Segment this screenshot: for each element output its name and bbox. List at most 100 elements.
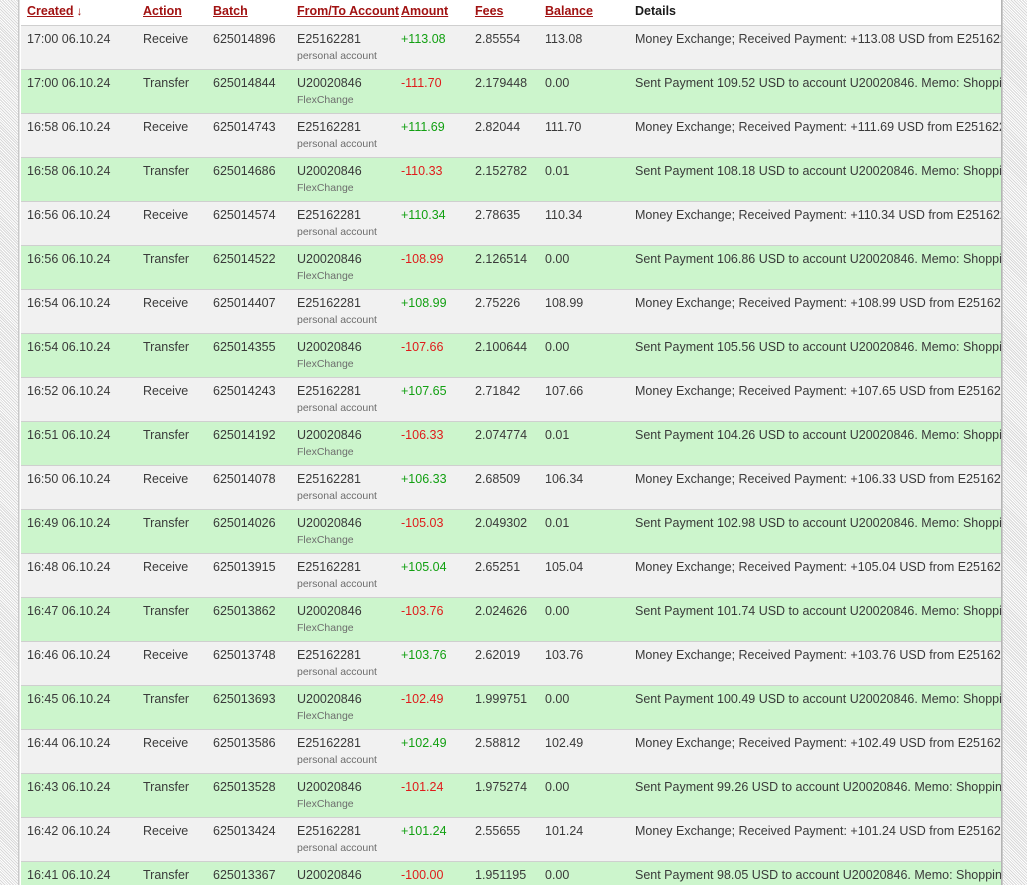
cell-amount: +101.24: [395, 817, 469, 862]
sort-descending-icon[interactable]: ↓: [77, 4, 83, 18]
cell-account: E25162281 personal account: [291, 113, 395, 158]
cell-details: Money Exchange; Received Payment: +103.7…: [629, 641, 1001, 686]
table-row[interactable]: 16:54 06.10.24 Receive 625014407 E25162281 p…: [21, 289, 1001, 334]
cell-action: Receive: [137, 817, 207, 862]
table-row[interactable]: 16:58 06.10.24 Receive 625014743 E25162281 p…: [21, 113, 1001, 158]
vertical-scrollbar-right-track[interactable]: [1002, 0, 1027, 885]
cell-balance: 0.01: [539, 421, 629, 466]
table-row[interactable]: 16:44 06.10.24 Receive 625013586 E25162281 p…: [21, 729, 1001, 774]
column-header-account[interactable]: From/To Account: [291, 0, 399, 26]
amount-value: -105.03: [401, 516, 444, 530]
cell-balance: 0.01: [539, 157, 629, 202]
column-header-balance-label[interactable]: Balance: [545, 4, 593, 18]
cell-fees: 1.975274: [469, 773, 539, 818]
table-row[interactable]: 16:58 06.10.24 Transfer 625014686 U20020846…: [21, 157, 1001, 202]
table-row[interactable]: 16:46 06.10.24 Receive 625013748 E25162281 p…: [21, 641, 1001, 686]
account-number: E25162281: [297, 208, 361, 222]
table-row[interactable]: 16:56 06.10.24 Transfer 625014522 U20020846…: [21, 245, 1001, 290]
transaction-history-table: Created ↓ Action Batch From/To Account Am…: [21, 0, 1001, 885]
cell-created: 16:56 06.10.24: [21, 201, 137, 246]
cell-account: U20020846 FlexChange: [291, 685, 395, 730]
cell-fees: 2.65251: [469, 553, 539, 598]
cell-batch: 625013693: [207, 685, 291, 730]
table-row[interactable]: 16:54 06.10.24 Transfer 625014355 U20020846…: [21, 333, 1001, 378]
account-label: FlexChange: [297, 358, 354, 370]
cell-balance: 0.00: [539, 69, 629, 114]
table-row[interactable]: 17:00 06.10.24 Transfer 625014844 U20020846…: [21, 69, 1001, 114]
cell-amount: +111.69: [395, 113, 469, 158]
amount-value: -100.00: [401, 868, 444, 882]
table-row[interactable]: 17:00 06.10.24 Receive 625014896 E25162281 p…: [21, 25, 1001, 70]
cell-batch: 625014078: [207, 465, 291, 510]
column-header-action[interactable]: Action: [137, 0, 207, 26]
amount-value: +105.04: [401, 560, 447, 574]
amount-value: -103.76: [401, 604, 444, 618]
cell-details: Sent Payment 105.56 USD to account U2002…: [629, 333, 1001, 378]
table-row[interactable]: 16:45 06.10.24 Transfer 625013693 U20020846…: [21, 685, 1001, 730]
column-header-amount-label[interactable]: Amount: [401, 4, 448, 18]
column-header-fees[interactable]: Fees: [469, 0, 539, 26]
cell-batch: 625014844: [207, 69, 291, 114]
column-header-created[interactable]: Created ↓: [21, 0, 137, 26]
cell-fees: 1.999751: [469, 685, 539, 730]
cell-balance: 103.76: [539, 641, 629, 686]
table-row[interactable]: 16:42 06.10.24 Receive 625013424 E25162281 p…: [21, 817, 1001, 862]
cell-account: E25162281 personal account: [291, 817, 395, 862]
cell-balance: 105.04: [539, 553, 629, 598]
cell-account: U20020846 FlexChange: [291, 157, 395, 202]
account-label: FlexChange: [297, 446, 354, 458]
table-row[interactable]: 16:41 06.10.24 Transfer 625013367 U20020846…: [21, 861, 1001, 885]
account-label: personal account: [297, 50, 377, 62]
column-header-amount[interactable]: Amount: [395, 0, 469, 26]
column-header-created-label[interactable]: Created: [27, 4, 74, 18]
column-header-batch-label[interactable]: Batch: [213, 4, 248, 18]
cell-action: Receive: [137, 113, 207, 158]
amount-value: -101.24: [401, 780, 444, 794]
cell-amount: +106.33: [395, 465, 469, 510]
cell-created: 16:49 06.10.24: [21, 509, 137, 554]
details-text: Money Exchange; Received Payment: +107.6…: [635, 384, 1001, 398]
table-row[interactable]: 16:43 06.10.24 Transfer 625013528 U20020846…: [21, 773, 1001, 818]
account-number: U20020846: [297, 780, 362, 794]
cell-account: U20020846 FlexChange: [291, 421, 395, 466]
cell-amount: -105.03: [395, 509, 469, 554]
account-number: U20020846: [297, 164, 362, 178]
amount-value: +108.99: [401, 296, 447, 310]
cell-batch: 625013586: [207, 729, 291, 774]
cell-balance: 108.99: [539, 289, 629, 334]
column-header-batch[interactable]: Batch: [207, 0, 291, 26]
cell-amount: -102.49: [395, 685, 469, 730]
table-row[interactable]: 16:51 06.10.24 Transfer 625014192 U20020846…: [21, 421, 1001, 466]
cell-balance: 0.00: [539, 333, 629, 378]
column-header-action-label[interactable]: Action: [143, 4, 182, 18]
amount-value: +102.49: [401, 736, 447, 750]
horizontal-scrollbar-left-track[interactable]: [0, 0, 19, 885]
account-label: FlexChange: [297, 270, 354, 282]
column-header-account-label[interactable]: From/To Account: [297, 4, 399, 18]
table-row[interactable]: 16:56 06.10.24 Receive 625014574 E25162281 p…: [21, 201, 1001, 246]
cell-fees: 2.62019: [469, 641, 539, 686]
table-row[interactable]: 16:52 06.10.24 Receive 625014243 E25162281 p…: [21, 377, 1001, 422]
table-row[interactable]: 16:50 06.10.24 Receive 625014078 E25162281 p…: [21, 465, 1001, 510]
account-number: U20020846: [297, 604, 362, 618]
cell-created: 16:58 06.10.24: [21, 113, 137, 158]
cell-created: 16:51 06.10.24: [21, 421, 137, 466]
column-header-balance[interactable]: Balance: [539, 0, 629, 26]
table-row[interactable]: 16:48 06.10.24 Receive 625013915 E25162281 p…: [21, 553, 1001, 598]
cell-fees: 2.58812: [469, 729, 539, 774]
account-label: personal account: [297, 842, 377, 854]
cell-batch: 625014355: [207, 333, 291, 378]
table-row[interactable]: 16:47 06.10.24 Transfer 625013862 U20020846…: [21, 597, 1001, 642]
cell-amount: -107.66: [395, 333, 469, 378]
cell-created: 16:54 06.10.24: [21, 333, 137, 378]
cell-account: U20020846 FlexChange: [291, 773, 395, 818]
cell-batch: 625013915: [207, 553, 291, 598]
cell-action: Receive: [137, 377, 207, 422]
cell-created: 16:42 06.10.24: [21, 817, 137, 862]
cell-balance: 0.00: [539, 685, 629, 730]
cell-amount: -101.24: [395, 773, 469, 818]
table-row[interactable]: 16:49 06.10.24 Transfer 625014026 U20020846…: [21, 509, 1001, 554]
account-label: personal account: [297, 666, 377, 678]
amount-value: -110.33: [401, 164, 443, 178]
column-header-fees-label[interactable]: Fees: [475, 4, 504, 18]
